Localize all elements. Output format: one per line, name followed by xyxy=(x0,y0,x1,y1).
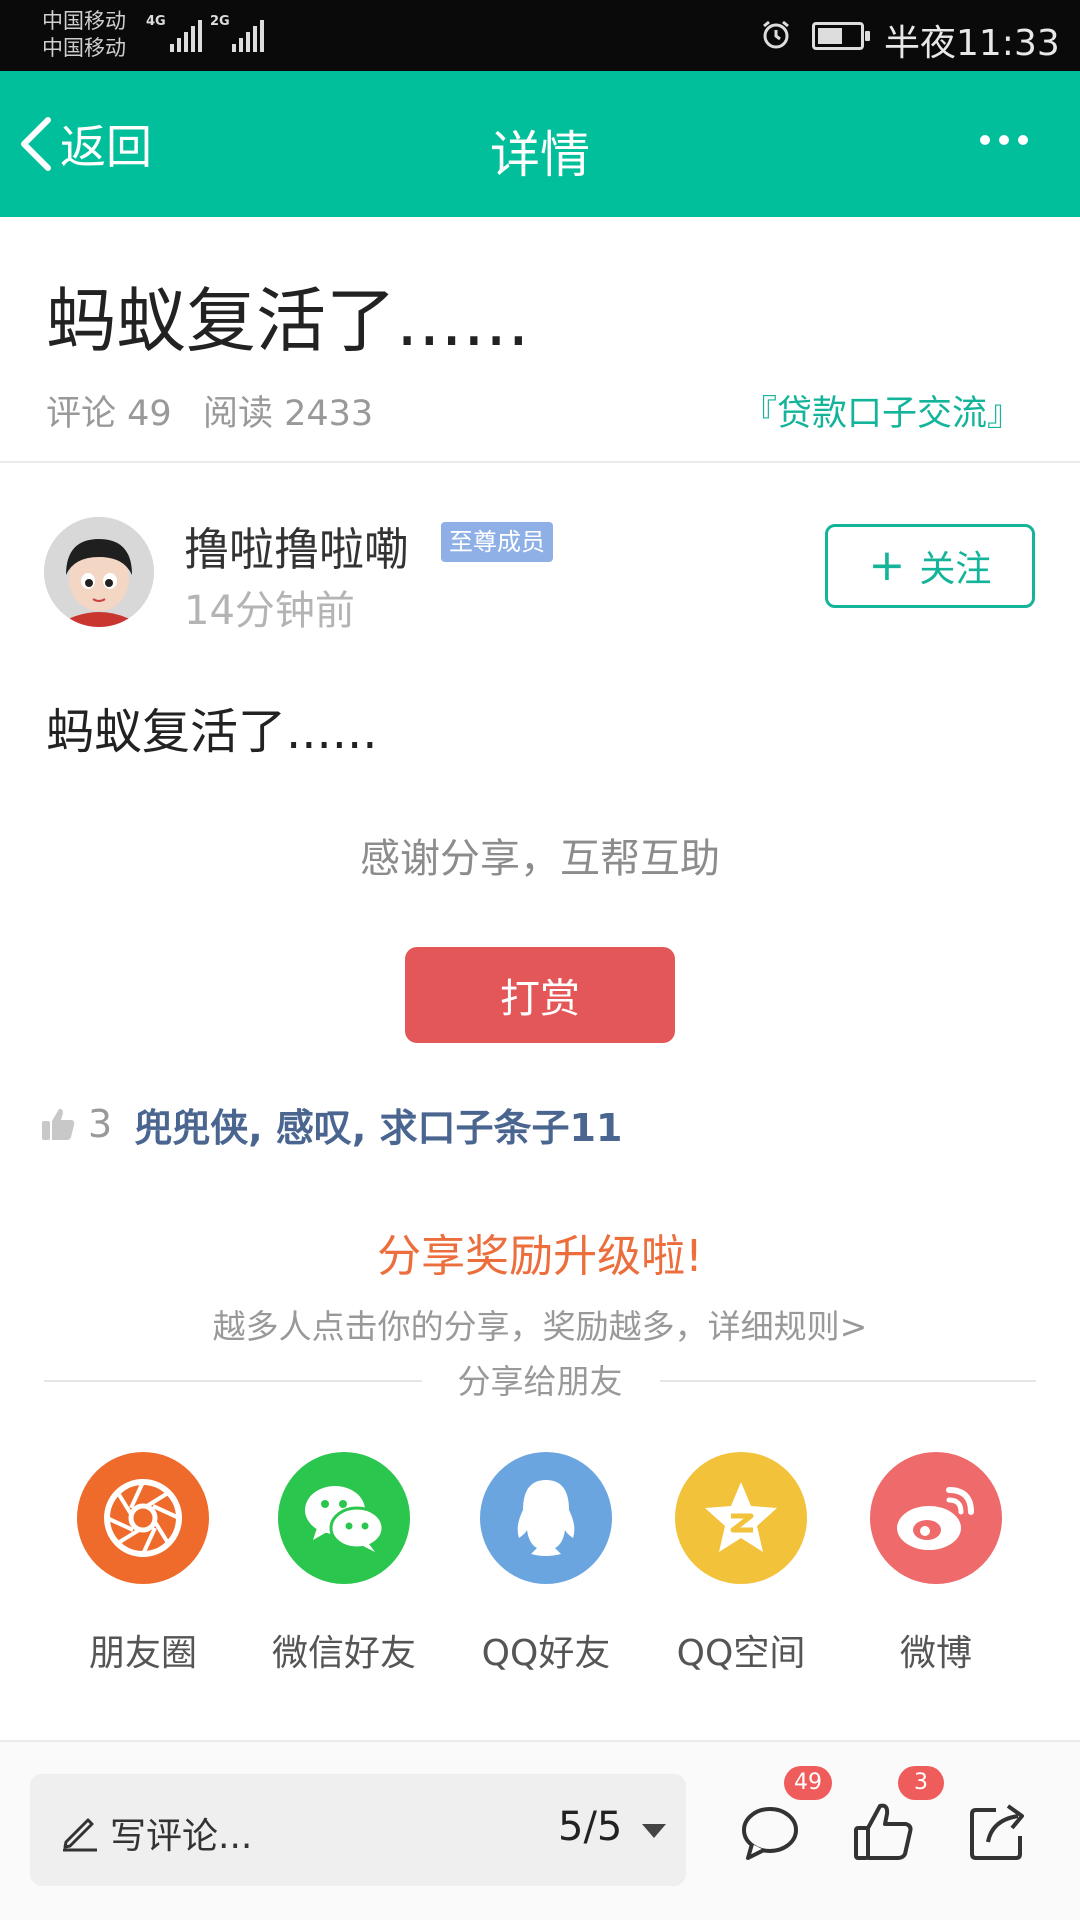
share-label: 微博 xyxy=(899,1633,972,1674)
moments-icon xyxy=(77,1452,209,1584)
carrier-2: 中国移动 xyxy=(42,36,126,60)
share-heading: 分享给朋友 xyxy=(457,1362,623,1401)
caret-down-icon[interactable] xyxy=(642,1824,666,1838)
comment-count-badge: 49 xyxy=(784,1766,832,1800)
like-icon[interactable] xyxy=(852,1800,916,1864)
qzone-icon xyxy=(675,1452,807,1584)
bottom-bar: 写评论... 5/5 49 3 xyxy=(0,1740,1080,1920)
share-icon[interactable] xyxy=(966,1800,1030,1864)
read-count: 阅读 2433 xyxy=(203,394,374,434)
likes-count: 3 xyxy=(88,1102,113,1146)
likes-row: 3 兜兜侠, 感叹, 求口子条子11 xyxy=(40,1097,622,1151)
share-qq[interactable]: QQ好友 xyxy=(446,1452,646,1676)
share-label: 微信好友 xyxy=(271,1633,416,1674)
avatar-image xyxy=(44,517,154,627)
comment-placeholder: 写评论... xyxy=(110,1816,253,1857)
share-rules-link[interactable]: 越多人点击你的分享，奖励越多，详细规则> xyxy=(0,1300,1080,1348)
pencil-icon xyxy=(63,1818,97,1852)
follow-label: 关注 xyxy=(919,549,992,590)
liked-users[interactable]: 兜兜侠, 感叹, 求口子条子11 xyxy=(134,1097,622,1152)
more-options-icon[interactable] xyxy=(980,135,1028,145)
network-type-1: 4G xyxy=(146,14,166,29)
wechat-icon xyxy=(278,1452,410,1584)
status-time: 半夜11:33 xyxy=(884,23,1060,64)
share-label: QQ好友 xyxy=(481,1633,611,1674)
post-title: 蚂蚁复活了...... xyxy=(46,280,530,362)
follow-button[interactable]: + 关注 xyxy=(825,524,1035,608)
share-moments[interactable]: 朋友圈 xyxy=(43,1452,243,1676)
battery-icon xyxy=(812,22,870,50)
comment-icon[interactable] xyxy=(738,1800,802,1864)
comment-count: 评论 49 xyxy=(46,394,172,434)
divider xyxy=(0,461,1080,463)
carrier-names: 中国移动 中国移动 xyxy=(42,8,126,62)
weibo-icon xyxy=(870,1452,1002,1584)
share-wechat[interactable]: 微信好友 xyxy=(244,1452,444,1676)
status-bar: 中国移动 中国移动 4G 2G 半夜11:33 xyxy=(0,0,1080,71)
thanks-text: 感谢分享，互帮互助 xyxy=(360,836,720,882)
post-time: 14分钟前 xyxy=(184,588,355,634)
signal-bars-2-icon xyxy=(232,18,264,52)
plus-icon: + xyxy=(868,540,906,591)
share-promo-title: 分享奖励升级啦! xyxy=(377,1231,703,1282)
reward-button[interactable]: 打赏 xyxy=(405,947,675,1043)
network-type-2: 2G xyxy=(210,14,230,29)
carrier-1: 中国移动 xyxy=(42,9,126,33)
like-count-badge: 3 xyxy=(898,1766,944,1800)
page-title: 详情 xyxy=(490,126,590,184)
page-indicator[interactable]: 5/5 xyxy=(558,1804,622,1850)
signal-bars-1-icon xyxy=(170,18,202,52)
comment-input[interactable]: 写评论... 5/5 xyxy=(30,1774,686,1886)
qq-icon xyxy=(480,1452,612,1584)
share-qzone[interactable]: QQ空间 xyxy=(641,1452,841,1676)
thumbs-up-icon[interactable] xyxy=(40,1106,76,1142)
author-name[interactable]: 撸啦撸啦嘞 xyxy=(184,513,409,578)
alarm-icon xyxy=(763,20,789,49)
member-badge: 至尊成员 xyxy=(441,522,553,562)
share-label: 朋友圈 xyxy=(88,1633,197,1674)
share-weibo[interactable]: 微博 xyxy=(836,1452,1036,1676)
app-bar: 返回 详情 xyxy=(0,71,1080,217)
avatar[interactable] xyxy=(44,517,154,627)
share-label: QQ空间 xyxy=(676,1633,806,1674)
group-link[interactable]: 『贷款口子交流』 xyxy=(742,385,1022,436)
post-body: 蚂蚁复活了...... xyxy=(46,704,378,760)
